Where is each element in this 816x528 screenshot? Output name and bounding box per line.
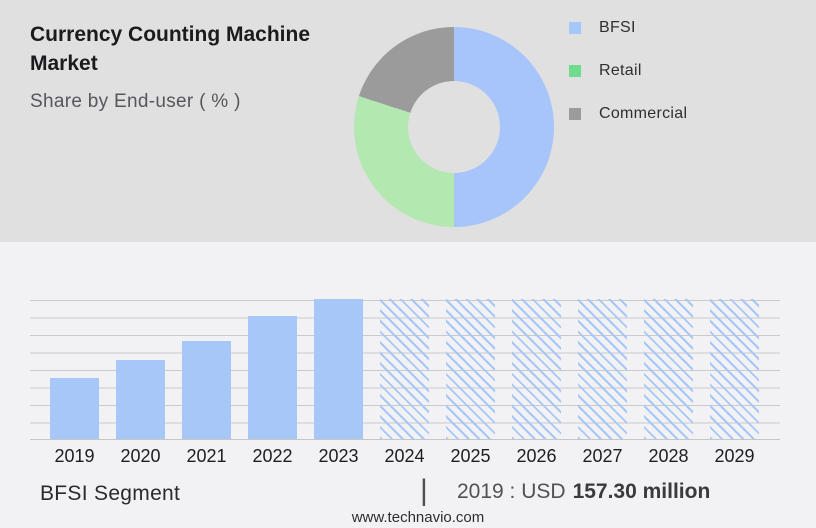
- bar-chart-plot-area: [30, 300, 780, 440]
- bar-chart-section: 2019202020212022202320242025202620272028…: [0, 242, 816, 528]
- legend-swatch: [569, 65, 581, 77]
- bar-2023: [314, 299, 363, 439]
- legend-label: BFSI: [599, 19, 636, 37]
- forecast-bar-2025: [446, 299, 495, 439]
- x-tick-label-2028: 2028: [636, 446, 702, 467]
- donut-hole: [408, 81, 500, 173]
- value-amount: 157.30 million: [573, 480, 711, 503]
- page-title: Currency Counting Machine Market: [30, 20, 380, 78]
- bar-2020: [116, 360, 165, 439]
- x-tick-label-2023: 2023: [306, 446, 372, 467]
- forecast-bar-2028: [644, 299, 693, 439]
- forecast-bar-2024: [380, 299, 429, 439]
- x-tick-label-2019: 2019: [42, 446, 108, 467]
- x-tick-label-2029: 2029: [702, 446, 768, 467]
- legend-swatch: [569, 108, 581, 120]
- legend-item-bfsi: BFSI: [569, 19, 687, 37]
- forecast-bar-2026: [512, 299, 561, 439]
- forecast-bar-2027: [578, 299, 627, 439]
- donut-chart: [354, 27, 554, 227]
- x-tick-label-2022: 2022: [240, 446, 306, 467]
- legend-item-commercial: Commercial: [569, 105, 687, 123]
- segment-label: BFSI Segment: [40, 482, 180, 506]
- x-tick-label-2026: 2026: [504, 446, 570, 467]
- bar-2022: [248, 316, 297, 439]
- value-prefix: 2019 : USD: [457, 480, 566, 503]
- x-tick-label-2024: 2024: [372, 446, 438, 467]
- x-tick-label-2025: 2025: [438, 446, 504, 467]
- footer-divider: |: [420, 474, 428, 508]
- page-subtitle: Share by End-user ( % ): [30, 91, 241, 113]
- x-tick-label-2027: 2027: [570, 446, 636, 467]
- header-section: Currency Counting Machine Market Share b…: [0, 0, 816, 242]
- legend-item-retail: Retail: [569, 62, 687, 80]
- x-tick-label-2020: 2020: [108, 446, 174, 467]
- legend-swatch: [569, 22, 581, 34]
- x-tick-label-2021: 2021: [174, 446, 240, 467]
- anchor-value-text: 2019 : USD 157.30 million: [457, 480, 710, 504]
- legend-label: Commercial: [599, 105, 687, 123]
- infographic-canvas: Currency Counting Machine Market Share b…: [0, 0, 816, 528]
- forecast-bar-2029: [710, 299, 759, 439]
- legend-label: Retail: [599, 62, 642, 80]
- bar-2021: [182, 341, 231, 439]
- bar-2019: [50, 378, 99, 439]
- website-url: www.technavio.com: [0, 509, 816, 526]
- donut-legend: BFSI Retail Commercial: [569, 19, 687, 148]
